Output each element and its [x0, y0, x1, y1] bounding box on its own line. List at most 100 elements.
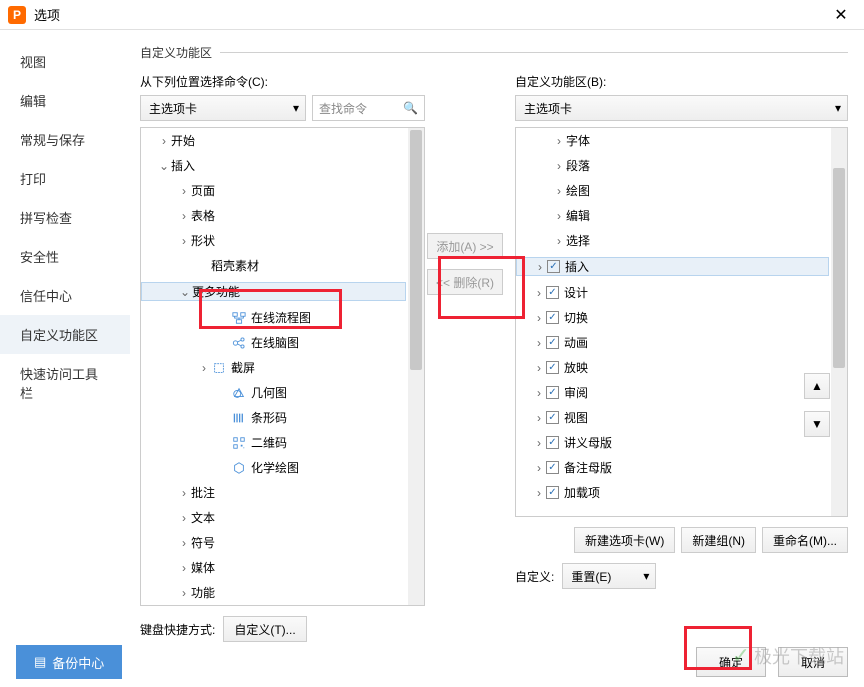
checkbox[interactable]: ✓ [546, 286, 559, 299]
tree-node[interactable]: 在线流程图 [141, 309, 424, 326]
tree-node[interactable]: ›✓视图 [516, 409, 847, 426]
tree-node[interactable]: 几何图 [141, 384, 424, 401]
checkbox[interactable]: ✓ [547, 260, 560, 273]
sidebar-item[interactable]: 编辑 [0, 81, 130, 120]
chevron-down-icon: ▾ [835, 101, 841, 115]
ribbon-tree[interactable]: ›字体›段落›绘图›编辑›选择›✓插入›✓设计›✓切换›✓动画›✓放映›✓审阅›… [515, 127, 848, 517]
checkbox[interactable]: ✓ [546, 486, 559, 499]
ribbon-action-button[interactable]: 新建选项卡(W) [574, 527, 675, 553]
expand-icon: › [177, 586, 191, 600]
checkbox[interactable]: ✓ [546, 461, 559, 474]
tree-label: 段落 [566, 157, 590, 174]
move-down-button[interactable]: ▼ [804, 411, 830, 437]
window-title: 选项 [34, 5, 826, 24]
backup-center-button[interactable]: ▤ 备份中心 [16, 645, 122, 679]
expand-icon: › [532, 386, 546, 400]
expand-icon: › [552, 209, 566, 223]
app-icon: P [8, 6, 26, 24]
checkbox[interactable]: ✓ [546, 411, 559, 424]
tree-node[interactable]: 二维码 [141, 434, 424, 451]
tree-node[interactable]: ⌄更多功能 [141, 282, 406, 301]
ok-button[interactable]: 确定 [696, 647, 766, 677]
tree-node[interactable]: ›媒体 [141, 559, 424, 576]
expand-icon: › [552, 134, 566, 148]
expand-icon: › [532, 461, 546, 475]
tree-node[interactable]: ›页面 [141, 182, 424, 199]
tree-node[interactable]: 稻壳素材 [141, 257, 424, 274]
scrollbar[interactable] [831, 128, 847, 516]
select-value: 主选项卡 [524, 100, 572, 117]
tree-node[interactable]: ›形状 [141, 232, 424, 249]
bar-icon [231, 411, 247, 425]
tree-node[interactable]: ›✓插入 [516, 257, 829, 276]
tree-node[interactable]: ⌄插入 [141, 157, 424, 174]
commands-source-select[interactable]: 主选项卡 ▾ [140, 95, 306, 121]
tree-node[interactable]: ›✓加载项 [516, 484, 847, 501]
tree-node[interactable]: ›✓动画 [516, 334, 847, 351]
sidebar-item[interactable]: 视图 [0, 42, 130, 81]
sidebar-item[interactable]: 打印 [0, 159, 130, 198]
tree-label: 形状 [191, 232, 215, 249]
sidebar-item[interactable]: 安全性 [0, 237, 130, 276]
tree-node[interactable]: ›选择 [516, 232, 847, 249]
checkbox[interactable]: ✓ [546, 386, 559, 399]
tree-node[interactable]: ›段落 [516, 157, 847, 174]
move-up-button[interactable]: ▲ [804, 373, 830, 399]
checkbox[interactable]: ✓ [546, 311, 559, 324]
sidebar-item[interactable]: 常规与保存 [0, 120, 130, 159]
checkbox[interactable]: ✓ [546, 361, 559, 374]
save-icon: ▤ [34, 654, 46, 670]
sidebar-item[interactable]: 拼写检查 [0, 198, 130, 237]
scrollbar[interactable] [408, 128, 424, 605]
tree-node[interactable]: ›✓审阅 [516, 384, 847, 401]
tree-label: 开始 [171, 132, 195, 149]
remove-button[interactable]: << 删除(R) [427, 269, 503, 295]
sidebar-item[interactable]: 信任中心 [0, 276, 130, 315]
ribbon-action-button[interactable]: 新建组(N) [681, 527, 756, 553]
tree-node[interactable]: 化学绘图 [141, 459, 424, 476]
tree-label: 切换 [564, 309, 588, 326]
tree-label: 讲义母版 [564, 434, 612, 451]
tree-node[interactable]: ›开始 [141, 132, 424, 149]
search-input[interactable]: 查找命令 🔍 [312, 95, 425, 121]
tree-label: 几何图 [251, 384, 287, 401]
close-button[interactable]: ✕ [826, 0, 856, 30]
ribbon-target-select[interactable]: 主选项卡 ▾ [515, 95, 848, 121]
sidebar-item[interactable]: 自定义功能区 [0, 315, 130, 354]
tree-node[interactable]: ›表格 [141, 207, 424, 224]
tree-node[interactable]: ›批注 [141, 484, 424, 501]
tree-label: 更多功能 [192, 283, 240, 300]
checkbox[interactable]: ✓ [546, 336, 559, 349]
add-button[interactable]: 添加(A) >> [427, 233, 503, 259]
reset-dropdown[interactable]: 重置(E) ▾ [562, 563, 656, 589]
tree-node[interactable]: ›✓设计 [516, 284, 847, 301]
ribbon-action-button[interactable]: 重命名(M)... [762, 527, 848, 553]
tree-node[interactable]: ›✓放映 [516, 359, 847, 376]
tree-node[interactable]: ›✓切换 [516, 309, 847, 326]
tree-label: 放映 [564, 359, 588, 376]
tree-node[interactable]: ›字体 [516, 132, 847, 149]
expand-icon: › [177, 184, 191, 198]
tree-node[interactable]: ›文本 [141, 509, 424, 526]
tree-node[interactable]: 条形码 [141, 409, 424, 426]
tree-node[interactable]: ›符号 [141, 534, 424, 551]
tree-label: 选择 [566, 232, 590, 249]
tree-node[interactable]: ›✓备注母版 [516, 459, 847, 476]
tree-label: 稻壳素材 [211, 257, 259, 274]
tree-node[interactable]: 在线脑图 [141, 334, 424, 351]
tree-label: 在线流程图 [251, 309, 311, 326]
tree-node[interactable]: ›截屏 [141, 359, 424, 376]
tree-label: 在线脑图 [251, 334, 299, 351]
expand-icon: ⌄ [157, 159, 171, 173]
titlebar: P 选项 ✕ [0, 0, 864, 30]
expand-icon: › [552, 159, 566, 173]
tree-node[interactable]: ›编辑 [516, 207, 847, 224]
sidebar-item[interactable]: 快速访问工具栏 [0, 354, 130, 412]
checkbox[interactable]: ✓ [546, 436, 559, 449]
cancel-button[interactable]: 取消 [778, 647, 848, 677]
tree-node[interactable]: ›✓讲义母版 [516, 434, 847, 451]
commands-tree[interactable]: ›开始⌄插入›页面›表格›形状稻壳素材⌄更多功能在线流程图在线脑图›截屏几何图条… [140, 127, 425, 606]
expand-icon: › [533, 260, 547, 274]
tree-node[interactable]: ›功能 [141, 584, 424, 601]
tree-node[interactable]: ›绘图 [516, 182, 847, 199]
